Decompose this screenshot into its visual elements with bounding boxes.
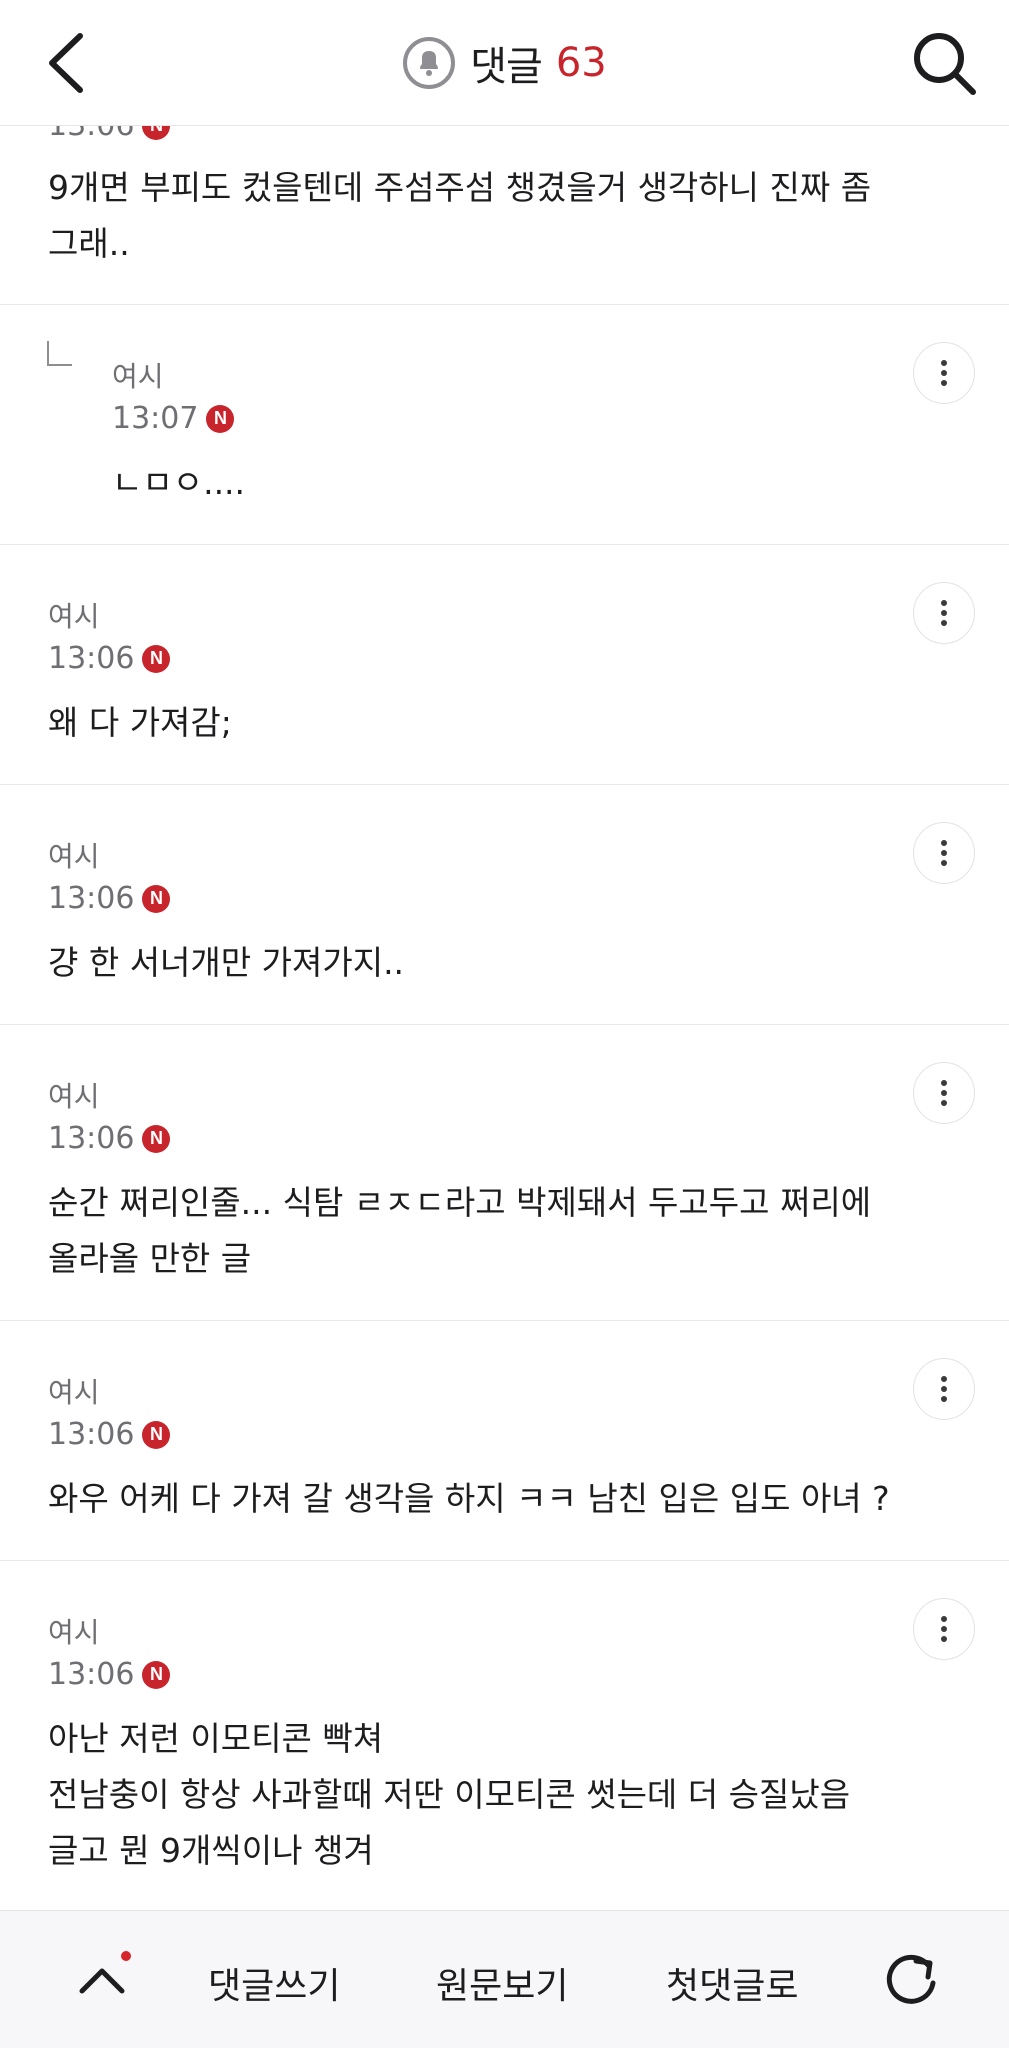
comment-time-row: 13:06 N <box>48 641 171 676</box>
comment-author: 여시 <box>112 360 164 393</box>
new-badge: N <box>142 884 171 913</box>
comment-text-line: 글고 뭔 9개씩이나 챙겨 <box>48 1831 374 1870</box>
top-bar: 댓글 63 <box>0 0 1009 126</box>
bell-icon[interactable] <box>402 36 456 90</box>
comment-item: 여시 13:06 N 와우 어케 다 가져 갈 생각을 하지 ㅋㅋ 남친 입은 … <box>0 1321 1009 1561</box>
more-options-button[interactable] <box>913 1598 975 1660</box>
more-vertical-icon <box>941 600 947 626</box>
comment-text-line: 와우 어케 다 가져 갈 생각을 하지 ㅋㅋ 남친 입은 입도 아녀 ? <box>48 1479 890 1518</box>
comment-time: 13:06 <box>48 1417 135 1452</box>
comment-item: 여시 13:06 N 왜 다 가져감; <box>0 545 1009 785</box>
more-vertical-icon <box>941 1616 947 1642</box>
new-badge: N <box>142 1124 171 1153</box>
comment-author: 여시 <box>48 840 100 873</box>
comment-item: 여시 13:06 N 아난 저런 이모티콘 빡쳐 전남충이 항상 사과할때 저딴… <box>0 1561 1009 1910</box>
comments-screen: 13:06 N 9개면 부피도 컸을텐데 주섬주섬 챙겼을거 생각하니 진짜 좀… <box>0 0 1009 2048</box>
first-comment-button[interactable]: 첫댓글로 <box>666 1957 798 2009</box>
reply-indent-icon <box>47 341 72 366</box>
search-icon[interactable] <box>907 26 981 100</box>
new-badge: N <box>206 404 235 433</box>
comment-time-row: 13:07 N <box>112 401 235 436</box>
more-options-button[interactable] <box>913 822 975 884</box>
write-comment-button[interactable]: 댓글쓰기 <box>208 1957 340 2009</box>
more-options-button[interactable] <box>913 342 975 404</box>
comment-text-line: 9개면 부피도 컸을텐데 주섬주섬 챙겼을거 생각하니 진짜 좀 <box>48 168 872 207</box>
bottom-action-bar: 댓글쓰기 원문보기 첫댓글로 <box>0 1910 1009 2048</box>
comment-time: 13:06 <box>48 1121 135 1156</box>
more-vertical-icon <box>941 1376 947 1402</box>
more-options-button[interactable] <box>913 582 975 644</box>
more-vertical-icon <box>941 840 947 866</box>
comment-time: 13:06 <box>48 1657 135 1692</box>
comment-time: 13:06 <box>48 881 135 916</box>
comment-author: 여시 <box>48 1376 100 1409</box>
new-badge: N <box>142 1660 171 1689</box>
comment-text-line: 아난 저런 이모티콘 빡쳐 <box>48 1719 384 1758</box>
comment-time: 13:06 <box>48 641 135 676</box>
comment-text-line: 순간 쩌리인줄... 식탐 ㄹㅈㄷ라고 박제돼서 두고두고 쩌리에 <box>48 1183 872 1222</box>
comment-author: 여시 <box>48 1080 100 1113</box>
more-vertical-icon <box>941 1080 947 1106</box>
comment-text-line: ㄴㅁㅇ.... <box>112 463 246 502</box>
more-options-button[interactable] <box>913 1062 975 1124</box>
view-original-button[interactable]: 원문보기 <box>436 1957 568 2009</box>
new-badge: N <box>142 644 171 673</box>
comment-time-row: 13:06 N <box>48 1657 171 1692</box>
refresh-icon[interactable] <box>880 1949 942 2011</box>
comment-author: 여시 <box>48 600 100 633</box>
page-title: 댓글 63 <box>0 30 1009 96</box>
notification-dot <box>121 1951 131 1961</box>
comment-time: 13:07 <box>112 401 199 436</box>
title-label: 댓글 <box>470 44 543 90</box>
more-options-button[interactable] <box>913 1358 975 1420</box>
comment-item: 여시 13:06 N 걍 한 서너개만 가져가지.. <box>0 785 1009 1025</box>
comment-text-line: 전남충이 항상 사과할때 저딴 이모티콘 썻는데 더 승질났음 <box>48 1775 851 1814</box>
comment-text-line: 그래.. <box>48 224 130 263</box>
more-vertical-icon <box>941 360 947 386</box>
comment-text-line: 걍 한 서너개만 가져가지.. <box>48 943 405 982</box>
comment-time-row: 13:06 N <box>48 881 171 916</box>
comment-item: 여시 13:06 N 순간 쩌리인줄... 식탐 ㄹㅈㄷ라고 박제돼서 두고두고… <box>0 1025 1009 1321</box>
comment-count: 63 <box>555 40 607 86</box>
new-badge: N <box>142 1420 171 1449</box>
comment-author: 여시 <box>48 1616 100 1649</box>
comment-time-row: 13:06 N <box>48 1121 171 1156</box>
comment-time-row: 13:06 N <box>48 1417 171 1452</box>
comment-text-line: 왜 다 가져감; <box>48 703 232 742</box>
reply-comment-item: 여시 13:07 N ㄴㅁㅇ.... <box>0 305 1009 545</box>
comment-text-line: 올라올 만한 글 <box>48 1239 252 1278</box>
